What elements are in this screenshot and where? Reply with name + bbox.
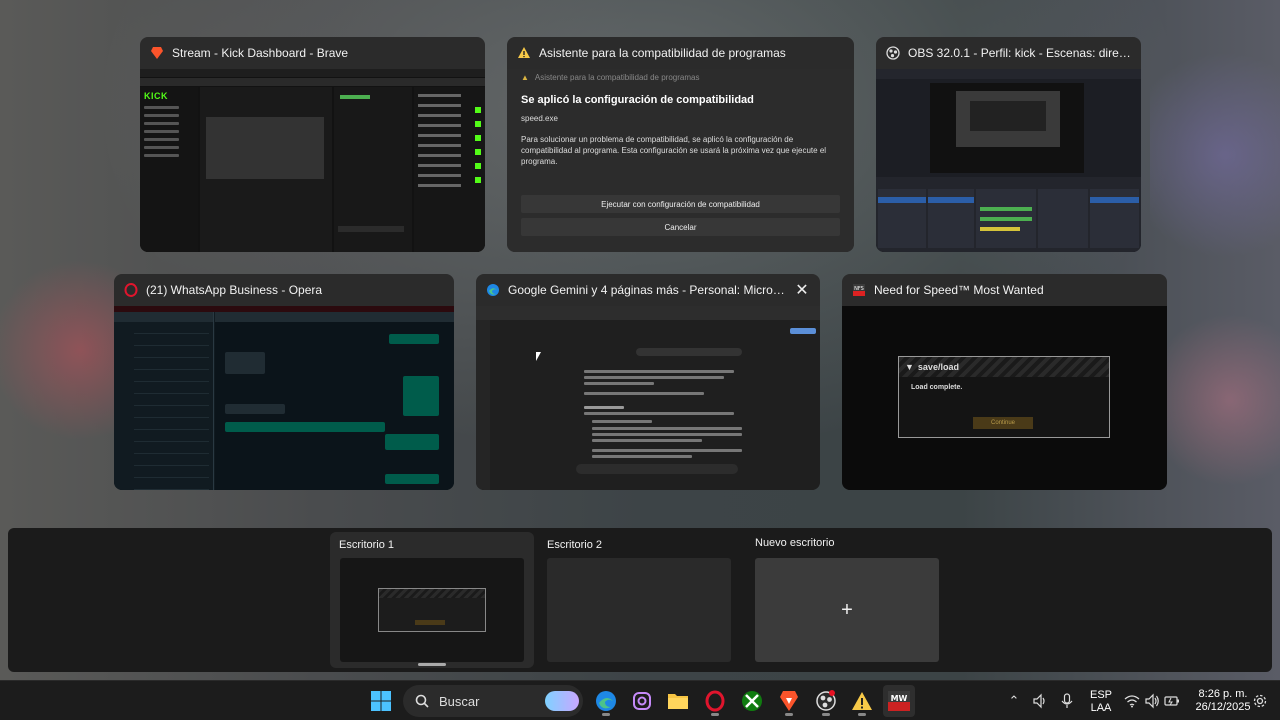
kick-logo: KICK xyxy=(144,91,168,101)
instagram-icon xyxy=(633,692,651,710)
desktop-label: Escritorio 1 xyxy=(339,539,395,551)
brave-icon xyxy=(150,46,164,60)
taskbar-instagram[interactable] xyxy=(626,685,658,717)
window-thumbnail: ▼ save/load Load complete. Continue xyxy=(842,306,1167,490)
taskbar-nfs[interactable]: MW xyxy=(883,685,915,717)
taskbar: Buscar MW ⌃ ESP LAA 8:26 p. m. 26/12/202… xyxy=(0,680,1280,720)
window-thumbnail xyxy=(476,306,820,490)
window-title: Stream - Kick Dashboard - Brave xyxy=(172,46,349,60)
desktop-1[interactable]: Escritorio 1 xyxy=(330,532,534,668)
warning-icon: ▲ xyxy=(521,73,529,82)
run-compat-button: Ejecutar con configuración de compatibil… xyxy=(521,195,840,213)
save-load-icon: ▼ xyxy=(905,362,914,372)
warning-icon xyxy=(517,46,531,60)
nfs-icon: NFS xyxy=(852,283,866,297)
cancel-button: Cancelar xyxy=(521,218,840,236)
taskbar-compat-assistant[interactable] xyxy=(846,685,878,717)
window-title: Need for Speed™ Most Wanted xyxy=(874,283,1044,297)
edge-icon xyxy=(486,283,500,297)
window-thumbnail xyxy=(114,306,454,490)
window-thumbnail xyxy=(876,69,1141,252)
window-thumbnail: ▲ Asistente para la compatibilidad de pr… xyxy=(507,69,854,252)
search-label: Buscar xyxy=(439,693,480,709)
taskbar-brave[interactable] xyxy=(773,685,805,717)
taskbar-edge[interactable] xyxy=(590,685,622,717)
windows-icon xyxy=(371,691,391,711)
window-card-compat[interactable]: Asistente para la compatibilidad de prog… xyxy=(507,37,854,252)
continue-button: Continue xyxy=(973,417,1033,429)
clock-date: 26/12/2025 xyxy=(1195,701,1251,713)
language-indicator[interactable]: ESP LAA xyxy=(1086,689,1116,715)
taskbar-file-explorer[interactable] xyxy=(662,685,694,717)
battery-icon[interactable] xyxy=(1160,685,1184,717)
dialog-description: Para solucionar un problema de compatibi… xyxy=(521,135,827,166)
window-card-edge[interactable]: Google Gemini y 4 páginas más - Personal… xyxy=(476,274,820,490)
close-icon[interactable]: ✕ xyxy=(794,280,810,300)
folder-icon xyxy=(668,694,688,709)
obs-icon xyxy=(886,46,900,60)
new-desktop-button[interactable]: Nuevo escritorio + xyxy=(746,532,950,668)
window-title: Google Gemini y 4 páginas más - Personal… xyxy=(508,283,786,297)
window-title: OBS 32.0.1 - Perfil: kick - Escenas: dir… xyxy=(908,46,1131,60)
svg-text:NFS: NFS xyxy=(854,286,864,292)
microphone-icon[interactable] xyxy=(1053,685,1081,717)
window-title: Asistente para la compatibilidad de prog… xyxy=(539,46,786,60)
nfs-icon: MW xyxy=(888,691,910,711)
taskbar-opera[interactable] xyxy=(699,685,731,717)
plus-icon: + xyxy=(755,558,939,662)
search-box[interactable]: Buscar xyxy=(403,685,583,717)
window-card-whatsapp[interactable]: (21) WhatsApp Business - Opera xyxy=(114,274,454,490)
desktop-thumbnail xyxy=(340,558,524,662)
keyboard-layout: LAA xyxy=(1090,702,1112,714)
speaker-icon[interactable] xyxy=(1026,685,1054,717)
panel-header: save/load xyxy=(917,362,959,372)
desktop-thumbnail xyxy=(547,558,731,662)
brave-icon xyxy=(780,691,798,711)
dialog-subtitle: Asistente para la compatibilidad de prog… xyxy=(534,73,700,82)
taskbar-obs[interactable] xyxy=(810,685,842,717)
virtual-desktops-bar: Escritorio 1 Escritorio 2 Nuevo escritor… xyxy=(8,528,1272,672)
window-card-nfs[interactable]: NFS Need for Speed™ Most Wanted ▼ save/l… xyxy=(842,274,1167,490)
window-card-obs[interactable]: OBS 32.0.1 - Perfil: kick - Escenas: dir… xyxy=(876,37,1141,252)
obs-icon xyxy=(816,690,836,711)
search-icon xyxy=(415,694,429,708)
notification-gear-icon[interactable] xyxy=(1248,685,1272,717)
mouse-cursor xyxy=(536,352,541,361)
taskbar-xbox[interactable] xyxy=(736,685,768,717)
desktop-2[interactable]: Escritorio 2 xyxy=(538,532,742,668)
panel-message: Load complete. xyxy=(911,384,963,391)
window-thumbnail: KICK xyxy=(140,69,485,252)
dialog-heading: Se aplicó la configuración de compatibil… xyxy=(521,94,754,106)
app-name: speed.exe xyxy=(521,114,558,123)
edge-icon xyxy=(596,691,616,711)
opera-icon xyxy=(124,283,138,297)
language-code: ESP xyxy=(1089,689,1112,701)
new-desktop-label: Nuevo escritorio xyxy=(755,537,835,549)
warning-icon xyxy=(852,692,872,710)
clock[interactable]: 8:26 p. m. 26/12/2025 xyxy=(1190,688,1256,714)
search-highlight-icon xyxy=(545,691,579,711)
save-load-panel: ▼ save/load Load complete. Continue xyxy=(898,356,1110,438)
clock-time: 8:26 p. m. xyxy=(1198,688,1248,700)
start-button[interactable] xyxy=(365,685,397,717)
chevron-up-icon[interactable]: ⌃ xyxy=(1000,685,1028,717)
opera-icon xyxy=(705,690,725,712)
xbox-icon xyxy=(742,691,762,711)
window-card-brave[interactable]: Stream - Kick Dashboard - Brave KICK xyxy=(140,37,485,252)
desktop-label: Escritorio 2 xyxy=(547,539,603,551)
svg-text:MW: MW xyxy=(891,694,908,703)
window-title: (21) WhatsApp Business - Opera xyxy=(146,283,323,297)
